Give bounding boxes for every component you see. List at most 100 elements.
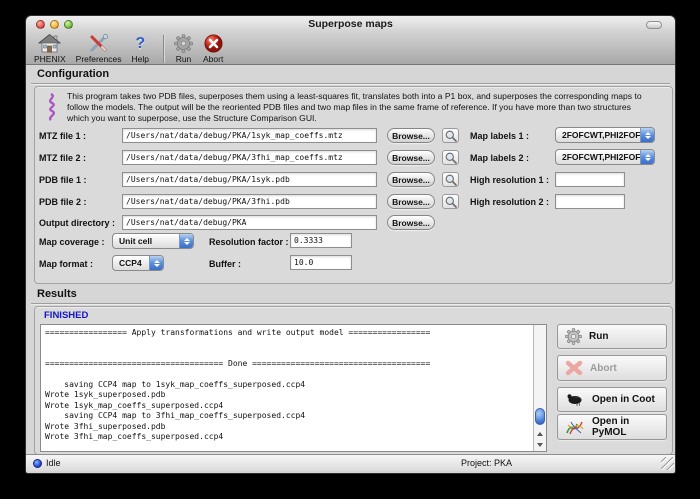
help-button[interactable]: ? Help xyxy=(132,34,149,64)
pdb-file-1-label: PDB file 1 : xyxy=(39,175,87,185)
help-icon: ? xyxy=(135,34,145,53)
log-console[interactable]: ================= Apply transformations … xyxy=(40,324,547,452)
magnifier-icon xyxy=(445,174,457,186)
content-area: Configuration This program takes two PDB… xyxy=(26,66,675,454)
phenix-label: PHENIX xyxy=(34,54,66,64)
map-labels-1-label: Map labels 1 : xyxy=(470,131,529,141)
magnifier-icon xyxy=(445,196,457,208)
map-format-select[interactable]: CCP4 xyxy=(112,255,164,271)
pdb-file-1-view-button[interactable] xyxy=(442,172,459,187)
preferences-label: Preferences xyxy=(76,54,122,64)
map-labels-1-value: 2FOFCWT,PHI2FOF... xyxy=(562,130,647,140)
molecule-ribbon-icon xyxy=(43,93,60,126)
output-directory-browse-button[interactable]: Browse... xyxy=(387,215,435,230)
gear-icon xyxy=(174,34,193,53)
window-title: Superpose maps xyxy=(26,18,675,30)
resolution-factor-input[interactable] xyxy=(290,233,352,248)
configuration-divider xyxy=(31,83,670,84)
abort-button[interactable]: Abort xyxy=(557,355,667,381)
output-directory-input[interactable] xyxy=(122,215,377,230)
map-coverage-label: Map coverage : xyxy=(39,237,105,247)
popup-stepper-icon xyxy=(640,150,654,164)
output-directory-label: Output directory : xyxy=(39,218,115,228)
map-labels-2-label: Map labels 2 : xyxy=(470,153,529,163)
app-window: Superpose maps PHENIX xyxy=(25,15,676,474)
toolbar-divider xyxy=(163,35,164,63)
status-indicator-icon xyxy=(33,459,42,468)
pdb-file-1-browse-button[interactable]: Browse... xyxy=(387,172,435,187)
run-button-label: Run xyxy=(589,331,608,342)
map-labels-2-value: 2FOFCWT,PHI2FOF... xyxy=(562,152,647,162)
configuration-description: This program takes two PDB files, superp… xyxy=(67,91,655,124)
buffer-input[interactable] xyxy=(290,255,352,270)
pdb-file-2-label: PDB file 2 : xyxy=(39,197,87,207)
map-format-label: Map format : xyxy=(39,259,93,269)
configuration-header: Configuration xyxy=(37,68,109,80)
abort-toolbar-button[interactable]: Abort xyxy=(203,34,223,64)
gear-icon xyxy=(565,328,582,345)
scrollbar-thumb[interactable] xyxy=(535,408,545,425)
abort-toolbar-label: Abort xyxy=(203,54,223,64)
map-labels-2-select[interactable]: 2FOFCWT,PHI2FOF... xyxy=(555,149,655,165)
magnifier-icon xyxy=(445,130,457,142)
help-label: Help xyxy=(132,54,149,64)
run-toolbar-label: Run xyxy=(176,54,192,64)
run-button[interactable]: Run xyxy=(557,324,667,349)
open-in-coot-button[interactable]: Open in Coot xyxy=(557,387,667,412)
abort-x-icon xyxy=(565,360,583,376)
high-resolution-2-input[interactable] xyxy=(555,194,625,209)
results-divider xyxy=(31,303,670,304)
pdb-file-1-input[interactable] xyxy=(122,172,377,187)
mtz-file-1-view-button[interactable] xyxy=(442,128,459,143)
status-bar: Idle Project: PKA xyxy=(26,454,675,471)
mtz-file-1-input[interactable] xyxy=(122,128,377,143)
home-icon xyxy=(38,34,61,53)
buffer-label: Buffer : xyxy=(209,259,241,269)
high-resolution-1-label: High resolution 1 : xyxy=(470,175,549,185)
pymol-molecule-icon xyxy=(565,419,585,436)
coot-button-label: Open in Coot xyxy=(592,394,655,405)
status-state: Idle xyxy=(46,458,61,468)
popup-stepper-icon xyxy=(149,256,163,270)
resolution-factor-label: Resolution factor : xyxy=(209,237,289,247)
open-in-pymol-button[interactable]: Open in PyMOL xyxy=(557,414,667,440)
console-output: ================= Apply transformations … xyxy=(41,325,546,445)
tools-icon xyxy=(88,34,110,53)
mtz-file-2-input[interactable] xyxy=(122,150,377,165)
mtz-file-2-view-button[interactable] xyxy=(442,150,459,165)
mtz-file-2-label: MTZ file 2 : xyxy=(39,153,86,163)
pdb-file-2-input[interactable] xyxy=(122,194,377,209)
abort-button-label: Abort xyxy=(590,363,617,374)
toolbar-toggle-button[interactable] xyxy=(646,21,662,29)
high-resolution-2-label: High resolution 2 : xyxy=(470,197,549,207)
coot-bird-icon xyxy=(565,392,585,407)
pdb-file-2-view-button[interactable] xyxy=(442,194,459,209)
abort-icon xyxy=(204,34,223,53)
high-resolution-1-input[interactable] xyxy=(555,172,625,187)
toolbar: PHENIX Preferences ? Help xyxy=(26,32,675,65)
scroll-up-button[interactable] xyxy=(534,428,546,439)
mtz-file-1-label: MTZ file 1 : xyxy=(39,131,86,141)
magnifier-icon xyxy=(445,152,457,164)
map-coverage-value: Unit cell xyxy=(119,236,152,246)
title-bar[interactable]: Superpose maps xyxy=(26,16,675,32)
pymol-button-label: Open in PyMOL xyxy=(592,416,666,438)
configuration-groupbox: This program takes two PDB files, superp… xyxy=(34,86,673,284)
map-coverage-select[interactable]: Unit cell xyxy=(112,233,194,249)
popup-stepper-icon xyxy=(179,234,193,248)
mtz-file-2-browse-button[interactable]: Browse... xyxy=(387,150,435,165)
map-format-value: CCP4 xyxy=(119,258,142,268)
preferences-button[interactable]: Preferences xyxy=(76,34,122,64)
console-scrollbar[interactable] xyxy=(533,325,546,451)
results-groupbox: FINISHED ================= Apply transfo… xyxy=(34,306,673,455)
popup-stepper-icon xyxy=(640,128,654,142)
scroll-down-button[interactable] xyxy=(534,439,546,450)
resize-grip[interactable] xyxy=(661,457,674,470)
results-header: Results xyxy=(37,288,77,300)
map-labels-1-select[interactable]: 2FOFCWT,PHI2FOF... xyxy=(555,127,655,143)
phenix-button[interactable]: PHENIX xyxy=(34,34,66,64)
pdb-file-2-browse-button[interactable]: Browse... xyxy=(387,194,435,209)
status-text: FINISHED xyxy=(44,310,88,321)
run-toolbar-button[interactable]: Run xyxy=(174,34,193,64)
mtz-file-1-browse-button[interactable]: Browse... xyxy=(387,128,435,143)
